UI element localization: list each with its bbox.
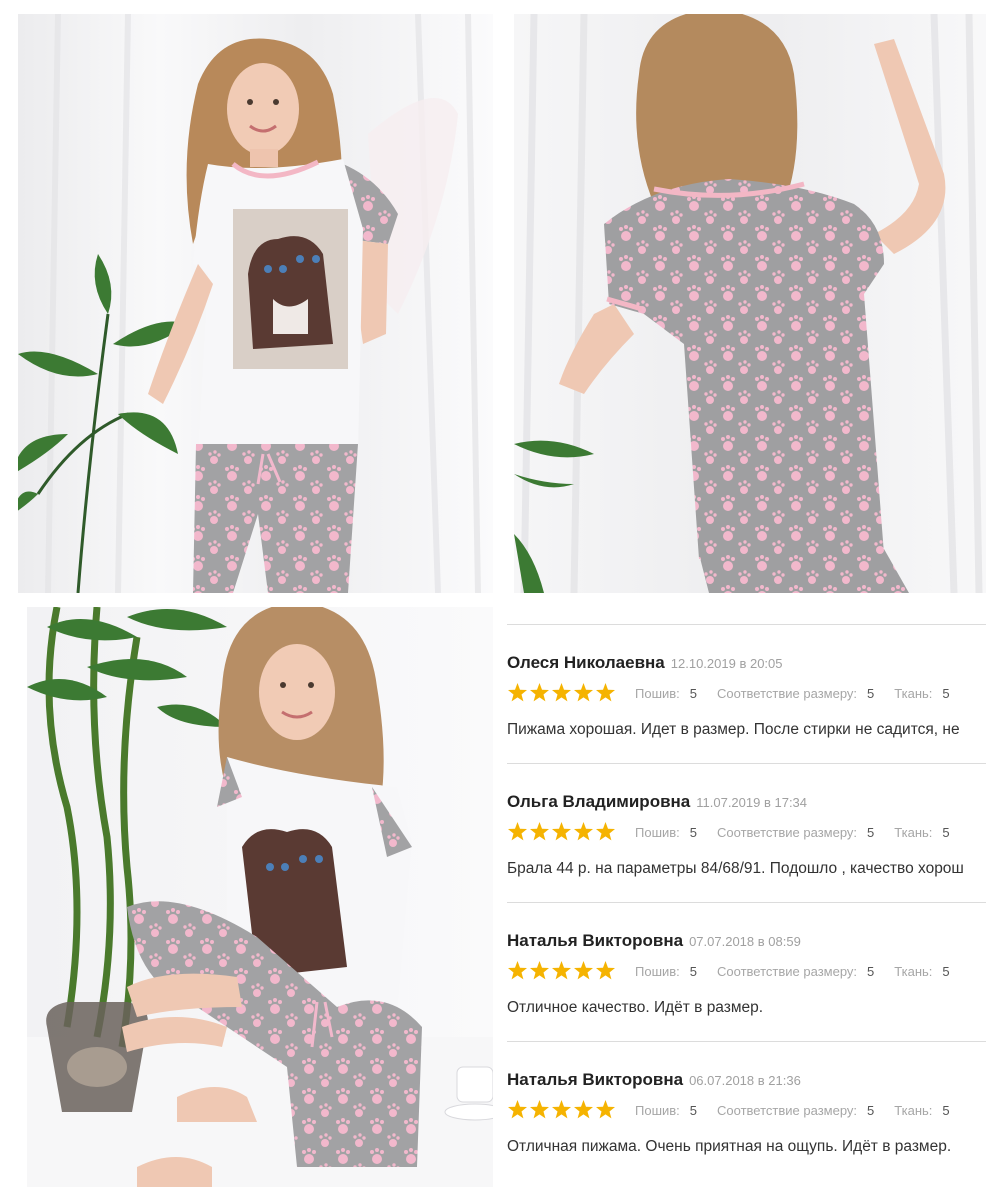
review-author: Олеся Николаевна (507, 653, 665, 672)
metric-label: Пошив: (635, 1103, 680, 1118)
star-icon (530, 961, 549, 980)
review-text: Пижама хорошая. Идет в размер. После сти… (507, 721, 960, 738)
review-header: Наталья Викторовна 06.07.2018 в 21:36 (507, 1070, 801, 1090)
star-icon (530, 822, 549, 841)
metric-label: Ткань: (894, 1103, 933, 1118)
star-rating (507, 1099, 615, 1121)
metric-label: Ткань: (894, 825, 933, 840)
photo-front-illustration (18, 14, 493, 593)
metric-value: 5 (867, 964, 875, 979)
star-icon (508, 961, 527, 980)
star-icon (508, 822, 527, 841)
metric-label: Пошив: (635, 964, 680, 979)
metric-value: 5 (942, 1103, 950, 1118)
metric-value: 5 (689, 1103, 698, 1118)
metric-label: Ткань: (894, 686, 933, 701)
review-metrics: Пошив: 5 Соответствие размеру: 5 Ткань: 5 (635, 964, 970, 979)
review-author: Наталья Викторовна (507, 931, 684, 950)
star-icon (508, 683, 527, 702)
reviews-panel: Олеся Николаевна 12.10.2019 в 20:05 Пошив… (507, 607, 986, 1187)
review-header: Наталья Викторовна 07.07.2018 в 08:59 (507, 931, 801, 951)
star-icon (574, 683, 593, 702)
metric-label: Соответствие размеру: (717, 686, 858, 701)
star-icon (530, 683, 549, 702)
product-photo-back[interactable] (514, 14, 986, 593)
metric-label: Соответствие размеру: (717, 825, 858, 840)
metric-value: 5 (942, 686, 950, 701)
review-text: Отличное качество. Идёт в размер. (507, 999, 764, 1016)
metric-value: 5 (867, 686, 875, 701)
review-date: 11.07.2019 в 17:34 (696, 795, 808, 810)
star-icon (552, 822, 571, 841)
review-text: Брала 44 р. на параметры 84/68/91. Подош… (507, 860, 964, 877)
star-icon (574, 1100, 593, 1119)
photo-back-illustration (514, 14, 986, 593)
metric-value: 5 (942, 964, 950, 979)
star-icon (596, 822, 615, 841)
star-icon (552, 1100, 571, 1119)
star-icon (552, 683, 571, 702)
review-date: 06.07.2018 в 21:36 (689, 1073, 801, 1088)
metric-label: Пошив: (635, 825, 680, 840)
review-date: 12.10.2019 в 20:05 (670, 656, 783, 671)
metric-value: 5 (867, 1103, 875, 1118)
review-date: 07.07.2018 в 08:59 (689, 934, 801, 949)
product-photo-seated[interactable] (27, 607, 493, 1187)
metric-value: 5 (942, 825, 950, 840)
metric-value: 5 (689, 686, 698, 701)
review-header: Олеся Николаевна 12.10.2019 в 20:05 (507, 653, 783, 673)
star-icon (574, 822, 593, 841)
review-author: Наталья Викторовна (507, 1070, 684, 1089)
review-item: Наталья Викторовна 06.07.2018 в 21:36 Пош… (507, 1041, 986, 1181)
metric-label: Соответствие размеру: (717, 964, 858, 979)
star-rating (507, 960, 615, 982)
star-rating (507, 682, 615, 704)
star-icon (596, 683, 615, 702)
metric-label: Соответствие размеру: (717, 1103, 858, 1118)
metric-value: 5 (689, 964, 698, 979)
star-icon (596, 1100, 615, 1119)
review-header: Ольга Владимировна 11.07.2019 в 17:34 (507, 792, 807, 812)
review-metrics: Пошив: 5 Соответствие размеру: 5 Ткань: 5 (635, 1103, 970, 1118)
star-icon (552, 961, 571, 980)
star-icon (596, 961, 615, 980)
star-icon (574, 961, 593, 980)
star-icon (530, 1100, 549, 1119)
review-item: Олеся Николаевна 12.10.2019 в 20:05 Пошив… (507, 624, 986, 764)
metric-label: Ткань: (894, 964, 933, 979)
metric-value: 5 (689, 825, 698, 840)
review-metrics: Пошив: 5 Соответствие размеру: 5 Ткань: 5 (635, 825, 970, 840)
star-rating (507, 821, 615, 843)
review-author: Ольга Владимировна (507, 792, 691, 811)
star-icon (508, 1100, 527, 1119)
review-item: Наталья Викторовна 07.07.2018 в 08:59 Пош… (507, 902, 986, 1042)
review-text: Отличная пижама. Очень приятная на ощупь… (507, 1138, 952, 1155)
product-photo-front[interactable] (18, 14, 493, 593)
review-item: Ольга Владимировна 11.07.2019 в 17:34 Пош… (507, 763, 986, 903)
review-metrics: Пошив: 5 Соответствие размеру: 5 Ткань: 5 (635, 686, 970, 701)
metric-label: Пошив: (635, 686, 680, 701)
photo-seated-illustration (27, 607, 493, 1187)
metric-value: 5 (867, 825, 875, 840)
